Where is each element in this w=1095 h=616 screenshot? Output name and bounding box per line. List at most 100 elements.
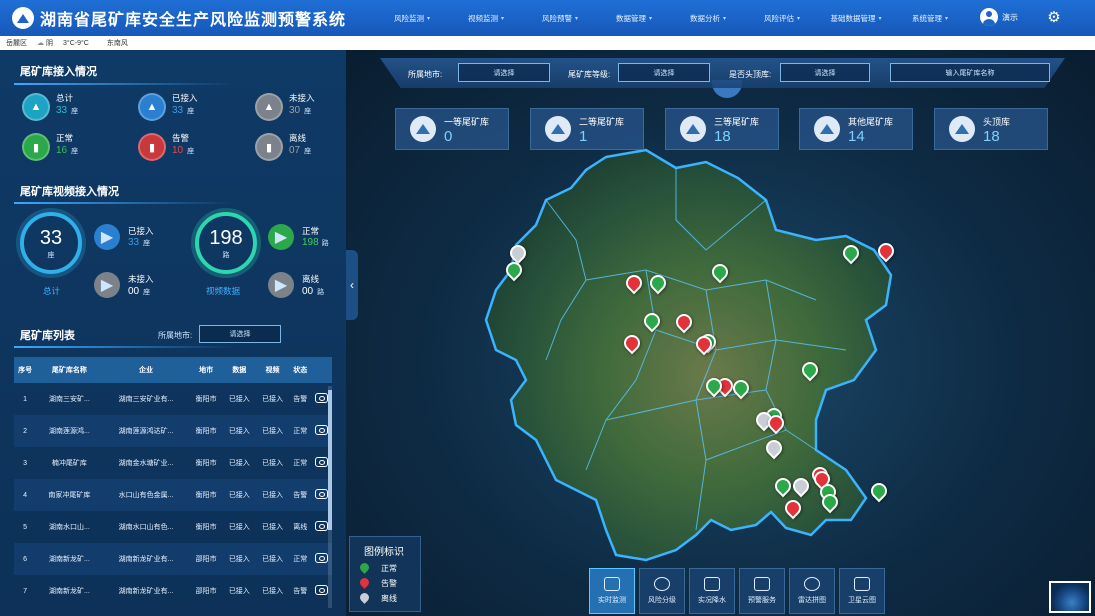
cell-video: 已接入 <box>262 588 284 595</box>
app-title: 湖南省尾矿库安全生产风险监测预警系统 <box>40 12 347 29</box>
stat-number: 16 <box>56 145 68 156</box>
stat-label: 告警 <box>172 133 190 143</box>
table-row[interactable]: 6 湖南新龙矿... 湖南新龙矿业有... 邵阳市 已接入 已接入 正常 <box>14 543 332 575</box>
cell-company: 湖南新龙矿业有... <box>118 588 174 595</box>
cell-video: 已接入 <box>262 460 284 467</box>
grade-filter-label: 尾矿库等级: <box>568 70 611 79</box>
nav-item-data-analysis[interactable]: 数据分析 ▾ <box>671 0 745 36</box>
stat-number: 30 <box>289 105 301 116</box>
nav-item-system[interactable]: 系统管理 ▾ <box>893 0 967 36</box>
table-scrollbar-thumb[interactable] <box>328 390 332 530</box>
radar-mosaic-button[interactable]: 雷达拼图 <box>789 568 835 614</box>
category-card-other[interactable]: 其他尾矿库 14 <box>799 108 913 150</box>
map-pin-normal-icon <box>358 561 371 574</box>
video-camera-icon[interactable] <box>315 585 329 595</box>
cell-video: 已接入 <box>262 524 284 531</box>
stat-unit: 路 <box>321 240 329 247</box>
user-menu[interactable]: 演示 <box>980 8 1018 26</box>
video-connected-icon: ▶ <box>94 224 120 250</box>
table-row[interactable]: 4 南家冲尾矿库 水口山有色金属... 衡阳市 已接入 已接入 告警 <box>14 479 332 511</box>
stat-value: 10 座 <box>172 145 194 156</box>
cell-company: 湖南水口山有色... <box>118 524 174 531</box>
table-row[interactable]: 3 楠冲尾矿库 湖南金水塘矿业... 衡阳市 已接入 已接入 正常 <box>14 447 332 479</box>
video-camera-icon[interactable] <box>315 521 329 531</box>
panel-collapse-button[interactable]: ‹ <box>346 250 358 320</box>
grade-filter-select[interactable]: 请选择 <box>618 63 710 82</box>
video-camera-icon[interactable] <box>315 393 329 403</box>
nav-item-risk-warning[interactable]: 风险预警 ▾ <box>523 0 597 36</box>
category-value: 14 <box>848 128 865 145</box>
chevron-down-icon: ▾ <box>796 15 800 22</box>
list-city-filter-select[interactable]: 请选择 <box>199 325 281 343</box>
stat-normal: ▮ 正常 16 座 <box>22 132 122 162</box>
nav-label: 系统管理 <box>911 13 942 23</box>
category-card-grade3[interactable]: 三等尾矿库 18 <box>665 108 779 150</box>
basemap-switch-thumbnail[interactable] <box>1049 581 1091 613</box>
nav-item-video-monitoring[interactable]: 视频监测 ▾ <box>449 0 523 36</box>
video-normal-label: 正常 <box>302 226 320 236</box>
nav-label: 风险预警 <box>541 13 572 23</box>
video-total-ring: 33 座 <box>20 212 82 274</box>
stat-unit: 座 <box>143 240 151 247</box>
ring-value: 198 <box>209 226 243 249</box>
weather-wind: 东南风 <box>106 40 128 47</box>
satellite-cloud-button[interactable]: 卫星云图 <box>839 568 885 614</box>
category-label: 头顶库 <box>983 117 1011 127</box>
cell-data: 已接入 <box>228 588 250 595</box>
col-header: 状态 <box>289 357 312 383</box>
nav-item-data-management[interactable]: 数据管理 ▾ <box>597 0 671 36</box>
category-card-grade2[interactable]: 二等尾矿库 1 <box>530 108 644 150</box>
button-label: 雷达拼图 <box>798 597 826 604</box>
city-filter-select[interactable]: 请选择 <box>458 63 550 82</box>
precipitation-button[interactable]: 实况降水 <box>689 568 735 614</box>
nav-item-base-data[interactable]: 基础数据管理 ▾ <box>819 0 893 36</box>
cell-status: 告警 <box>289 479 312 511</box>
video-camera-icon[interactable] <box>315 457 329 467</box>
category-value: 1 <box>579 128 588 145</box>
cell-no: 1 <box>23 395 28 403</box>
category-card-grade1[interactable]: 一等尾矿库 0 <box>395 108 509 150</box>
cell-no: 3 <box>23 459 28 467</box>
bottom-toolbar: 实时监测 风险分级 实况降水 预警服务 雷达拼图 卫星云图 <box>589 568 885 616</box>
table-row[interactable]: 5 湖南水口山... 湖南水口山有色... 衡阳市 已接入 已接入 离线 <box>14 511 332 543</box>
video-offline-label: 离线 <box>302 274 320 284</box>
nav-item-risk-monitoring[interactable]: 风险监测 ▾ <box>375 0 449 36</box>
table-row[interactable]: 2 湖南莲源鸿... 湖南莲源鸿达矿... 衡阳市 已接入 已接入 正常 <box>14 415 332 447</box>
video-camera-icon[interactable] <box>315 553 329 563</box>
stat-unit: 座 <box>187 108 195 115</box>
name-search-input[interactable]: 输入尾矿库名称 <box>890 63 1050 82</box>
nav-label: 数据管理 <box>615 13 646 23</box>
cell-data: 已接入 <box>222 415 256 447</box>
cell-name: 湖南水口山... <box>48 524 90 531</box>
video-data-ring: 198 路 <box>195 212 257 274</box>
stat-number: 33 <box>172 105 184 116</box>
stat-label: 已接入 <box>172 93 198 103</box>
table-row[interactable]: 1 湖南三安矿... 湖南三安矿业有... 衡阳市 已接入 已接入 告警 <box>14 383 332 415</box>
user-name: 演示 <box>1002 12 1018 22</box>
cell-status: 正常 <box>289 543 312 575</box>
col-header: 序号 <box>14 357 37 383</box>
realtime-monitor-button[interactable]: 实时监测 <box>589 568 635 614</box>
video-unconnected-label: 未接入 <box>128 274 154 284</box>
risk-grading-button[interactable]: 风险分级 <box>639 568 685 614</box>
stat-unit: 座 <box>143 289 151 296</box>
cell-city: 衡阳市 <box>195 396 217 403</box>
nav-item-risk-assessment[interactable]: 风险评估 ▾ <box>745 0 819 36</box>
video-camera-icon[interactable] <box>315 425 329 435</box>
nav-label: 视频监测 <box>467 13 498 23</box>
video-camera-icon[interactable] <box>315 489 329 499</box>
category-label: 二等尾矿库 <box>579 117 625 127</box>
col-header: 尾矿库名称 <box>36 357 103 383</box>
input-placeholder: 输入尾矿库名称 <box>945 69 995 77</box>
radar-icon <box>804 577 820 591</box>
category-label: 其他尾矿库 <box>848 117 894 127</box>
table-row[interactable]: 7 湖南新龙矿... 湖南新龙矿业有... 邵阳市 已接入 已接入 告警 <box>14 575 332 607</box>
cell-city: 衡阳市 <box>195 524 217 531</box>
category-card-overhead[interactable]: 头顶库 18 <box>934 108 1048 150</box>
gear-icon[interactable]: ⚙ <box>1045 9 1063 27</box>
head-filter-select[interactable]: 请选择 <box>780 63 870 82</box>
chevron-down-icon: ▾ <box>574 15 578 22</box>
warning-service-button[interactable]: 预警服务 <box>739 568 785 614</box>
city-filter-label: 所属地市: <box>408 70 443 79</box>
weather-bar: 岳麓区 ☁ 阴 3°C-9°C 东南风 <box>0 36 1095 50</box>
